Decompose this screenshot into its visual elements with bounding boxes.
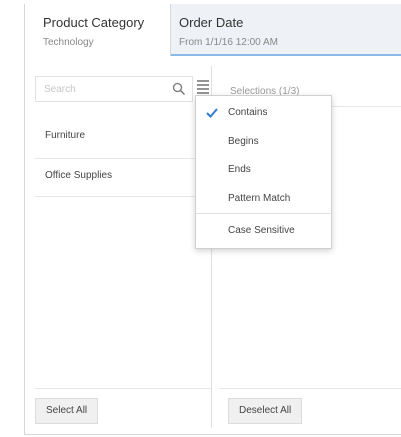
list-item-furniture[interactable]: Furniture [45, 130, 85, 141]
tab-value: From 1/1/16 12:00 AM [179, 37, 278, 48]
search-placeholder: Search [44, 84, 76, 95]
divider [35, 158, 211, 159]
checkmark-icon [206, 108, 218, 118]
list-item-office-supplies[interactable]: Office Supplies [45, 170, 112, 181]
menu-item-contains[interactable]: Contains [228, 107, 267, 118]
divider [35, 196, 211, 197]
tab-order-date[interactable]: Order Date From 1/1/16 12:00 AM [171, 4, 401, 56]
menu-item-ends[interactable]: Ends [228, 164, 251, 175]
tab-value: Technology [43, 37, 94, 48]
menu-item-case-sensitive[interactable]: Case Sensitive [228, 225, 295, 236]
search-options-dropdown: Contains Begins Ends Pattern Match Case … [195, 95, 332, 249]
menu-item-pattern-match[interactable]: Pattern Match [228, 193, 290, 204]
tab-product-category[interactable]: Product Category Technology [25, 4, 171, 56]
search-icon [172, 82, 186, 96]
divider [220, 388, 401, 389]
divider [35, 388, 211, 389]
menu-item-begins[interactable]: Begins [228, 136, 259, 147]
select-all-button[interactable]: Select All [35, 398, 99, 424]
search-options-menu-icon[interactable] [195, 78, 211, 96]
tab-title: Order Date [179, 15, 244, 30]
filter-panel: Product Category Technology Order Date F… [24, 4, 401, 435]
deselect-all-button[interactable]: Deselect All [228, 398, 303, 424]
search-input[interactable]: Search [35, 76, 193, 102]
menu-divider [196, 213, 331, 214]
tab-title: Product Category [43, 15, 145, 30]
